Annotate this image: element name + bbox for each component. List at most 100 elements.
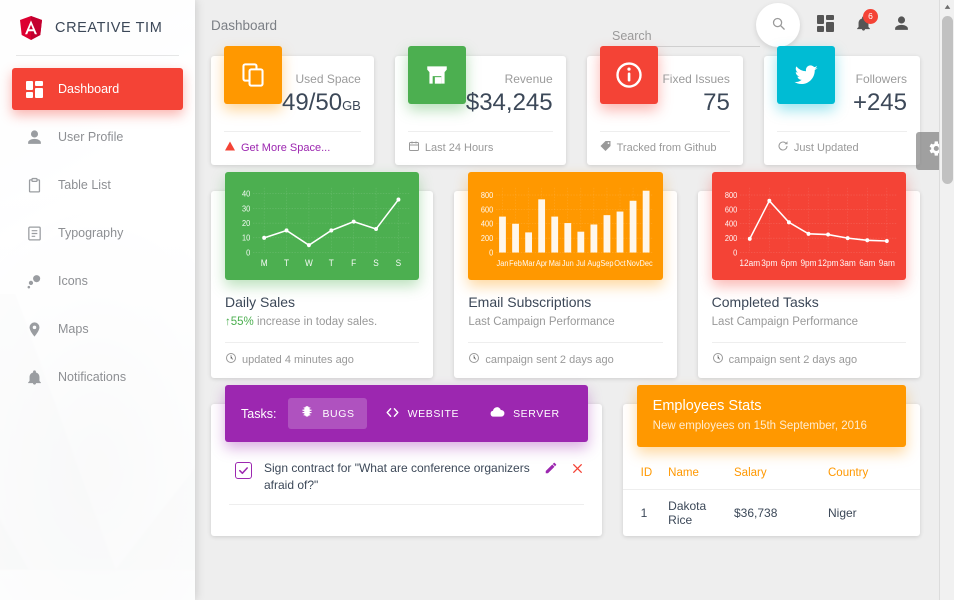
sidebar-item-notifications[interactable]: Notifications	[12, 356, 183, 398]
column-header-salary: Salary	[726, 461, 820, 490]
sidebar-item-dashboard[interactable]: Dashboard	[12, 68, 183, 110]
task-actions	[544, 460, 584, 478]
bubbles-icon	[24, 271, 44, 291]
main-area: Dashboard Search 6 Used Space 49/50GB Ge…	[195, 0, 954, 600]
svg-text:400: 400	[725, 220, 737, 229]
bell-icon	[24, 367, 44, 387]
svg-text:6am: 6am	[859, 258, 875, 268]
table-row: 1 Dakota Rice $36,738 Niger	[623, 490, 920, 537]
svg-text:Feb: Feb	[510, 259, 523, 268]
bug-icon	[300, 405, 314, 422]
stat-footer-text: Tracked from Github	[616, 141, 717, 154]
edit-task-button[interactable]	[544, 461, 558, 478]
notifications-button[interactable]: 6	[844, 6, 882, 44]
brand[interactable]: CREATIVE TIM	[0, 0, 195, 55]
svg-text:Mai: Mai	[549, 259, 561, 268]
content: Used Space 49/50GB Get More Space... Rev…	[195, 46, 954, 537]
dashboard-icon-button[interactable]	[806, 6, 844, 44]
refresh-icon	[777, 140, 789, 155]
cell-country: Niger	[828, 506, 857, 520]
search-input[interactable]	[612, 27, 760, 47]
search-button[interactable]	[756, 3, 800, 47]
chart-title: Daily Sales	[225, 294, 296, 310]
daily-sales-svg: 0 10 20 30 40 M T W T F S S	[242, 187, 410, 268]
stat-label: Used Space	[295, 72, 361, 86]
sidebar-item-typography[interactable]: Typography	[12, 212, 183, 254]
stat-card-revenue: Revenue $34,245 Last 24 Hours	[394, 46, 566, 165]
employees-stats-card: Employees Stats New employees on 15th Se…	[622, 385, 920, 537]
profile-button[interactable]	[882, 6, 920, 44]
chart-card-completed-tasks: 0 200 400 600 800 12am 3pm 6pm 9pm 12pm 3am 6am 9am…	[697, 172, 920, 378]
scroll-up-arrow-icon[interactable]	[940, 0, 954, 15]
stat-value-number: $34,245	[465, 89, 553, 116]
stat-value: 49/50GB	[282, 89, 361, 116]
cloud-icon	[489, 404, 505, 423]
chart-cards-row: 0 10 20 30 40 M T W T F S S Daily Sales ↑55% incre…	[211, 172, 920, 378]
tab-bugs[interactable]: BUGS	[288, 398, 367, 429]
tasks-card: Tasks: BUGS WEBSITE SERVER Sign contract…	[211, 385, 602, 536]
search-icon	[771, 16, 786, 34]
calendar-icon	[408, 140, 420, 155]
dashboard-grid-icon	[816, 15, 834, 35]
dashboard-grid-icon	[24, 79, 44, 99]
svg-text:W: W	[305, 258, 314, 268]
chart-footer: campaign sent 2 days ago	[712, 343, 906, 378]
get-more-space-link[interactable]: Get More Space...	[241, 142, 330, 154]
svg-text:Jan: Jan	[497, 259, 509, 268]
clock-icon	[712, 352, 724, 367]
tab-server[interactable]: SERVER	[477, 397, 572, 430]
stat-footer-text: Just Updated	[793, 141, 859, 154]
task-text: Sign contract for "What are conference o…	[264, 461, 530, 493]
sidebar-item-label: Typography	[58, 226, 124, 240]
chart-card-daily-sales: 0 10 20 30 40 M T W T F S S Daily Sales ↑55% incre…	[211, 172, 434, 378]
sidebar-item-maps[interactable]: Maps	[12, 308, 183, 350]
sidebar-item-label: Maps	[58, 322, 89, 336]
svg-text:Mar: Mar	[523, 259, 536, 268]
chart-subtitle-highlight: 55%	[230, 316, 254, 328]
cell-id: 1	[640, 506, 648, 520]
completed-tasks-chart: 0 200 400 600 800 12am 3pm 6pm 9pm 12pm 3am 6am 9am	[711, 172, 906, 280]
person-icon	[24, 127, 44, 147]
svg-text:F: F	[351, 258, 356, 268]
stat-value: $34,245	[465, 89, 553, 116]
stat-footer: Last 24 Hours	[408, 132, 553, 165]
svg-text:S: S	[396, 258, 402, 268]
tag-icon	[600, 140, 612, 155]
sidebar-item-icons[interactable]: Icons	[12, 260, 183, 302]
svg-text:600: 600	[725, 205, 737, 214]
clock-icon	[225, 352, 237, 367]
scrollbar-thumb[interactable]	[942, 16, 953, 184]
sidebar-item-user-profile[interactable]: User Profile	[12, 116, 183, 158]
column-header-country: Country	[820, 461, 920, 490]
tab-website[interactable]: WEBSITE	[373, 398, 471, 430]
table-header-row: ID Name Salary Country	[622, 461, 920, 490]
close-icon	[571, 462, 584, 478]
column-header-id: ID	[622, 461, 661, 490]
vertical-scrollbar[interactable]	[939, 0, 954, 600]
chart-title: Completed Tasks	[711, 294, 819, 310]
chart-footer-text: campaign sent 2 days ago	[728, 353, 858, 366]
svg-text:3pm: 3pm	[761, 258, 777, 268]
sidebar-item-table-list[interactable]: Table List	[12, 164, 183, 206]
brand-name: CREATIVE TIM	[55, 20, 163, 36]
stat-value-unit: GB	[342, 98, 361, 113]
sidebar-item-label: User Profile	[58, 130, 124, 144]
stat-card-used-space: Used Space 49/50GB Get More Space...	[211, 46, 374, 165]
tasks-card-header: Tasks: BUGS WEBSITE SERVER	[225, 385, 588, 442]
stat-footer: Tracked from Github	[600, 132, 730, 165]
sidebar-item-label: Icons	[58, 274, 88, 288]
stat-footer-text: Last 24 Hours	[424, 141, 494, 154]
text-document-icon	[24, 223, 44, 243]
svg-text:9am: 9am	[878, 258, 894, 268]
svg-text:M: M	[261, 258, 268, 268]
angular-logo-icon	[18, 15, 44, 41]
tab-label: BUGS	[322, 407, 355, 420]
tab-label: WEBSITE	[407, 407, 460, 420]
store-icon	[407, 46, 466, 104]
task-checkbox[interactable]	[235, 462, 252, 479]
warning-triangle-icon	[224, 140, 236, 155]
stat-card-fixed-issues: Fixed Issues 75 Tracked from Github	[586, 46, 743, 165]
delete-task-button[interactable]	[571, 462, 584, 478]
svg-text:Sep: Sep	[601, 259, 614, 268]
stat-footer: Get More Space...	[224, 132, 361, 165]
